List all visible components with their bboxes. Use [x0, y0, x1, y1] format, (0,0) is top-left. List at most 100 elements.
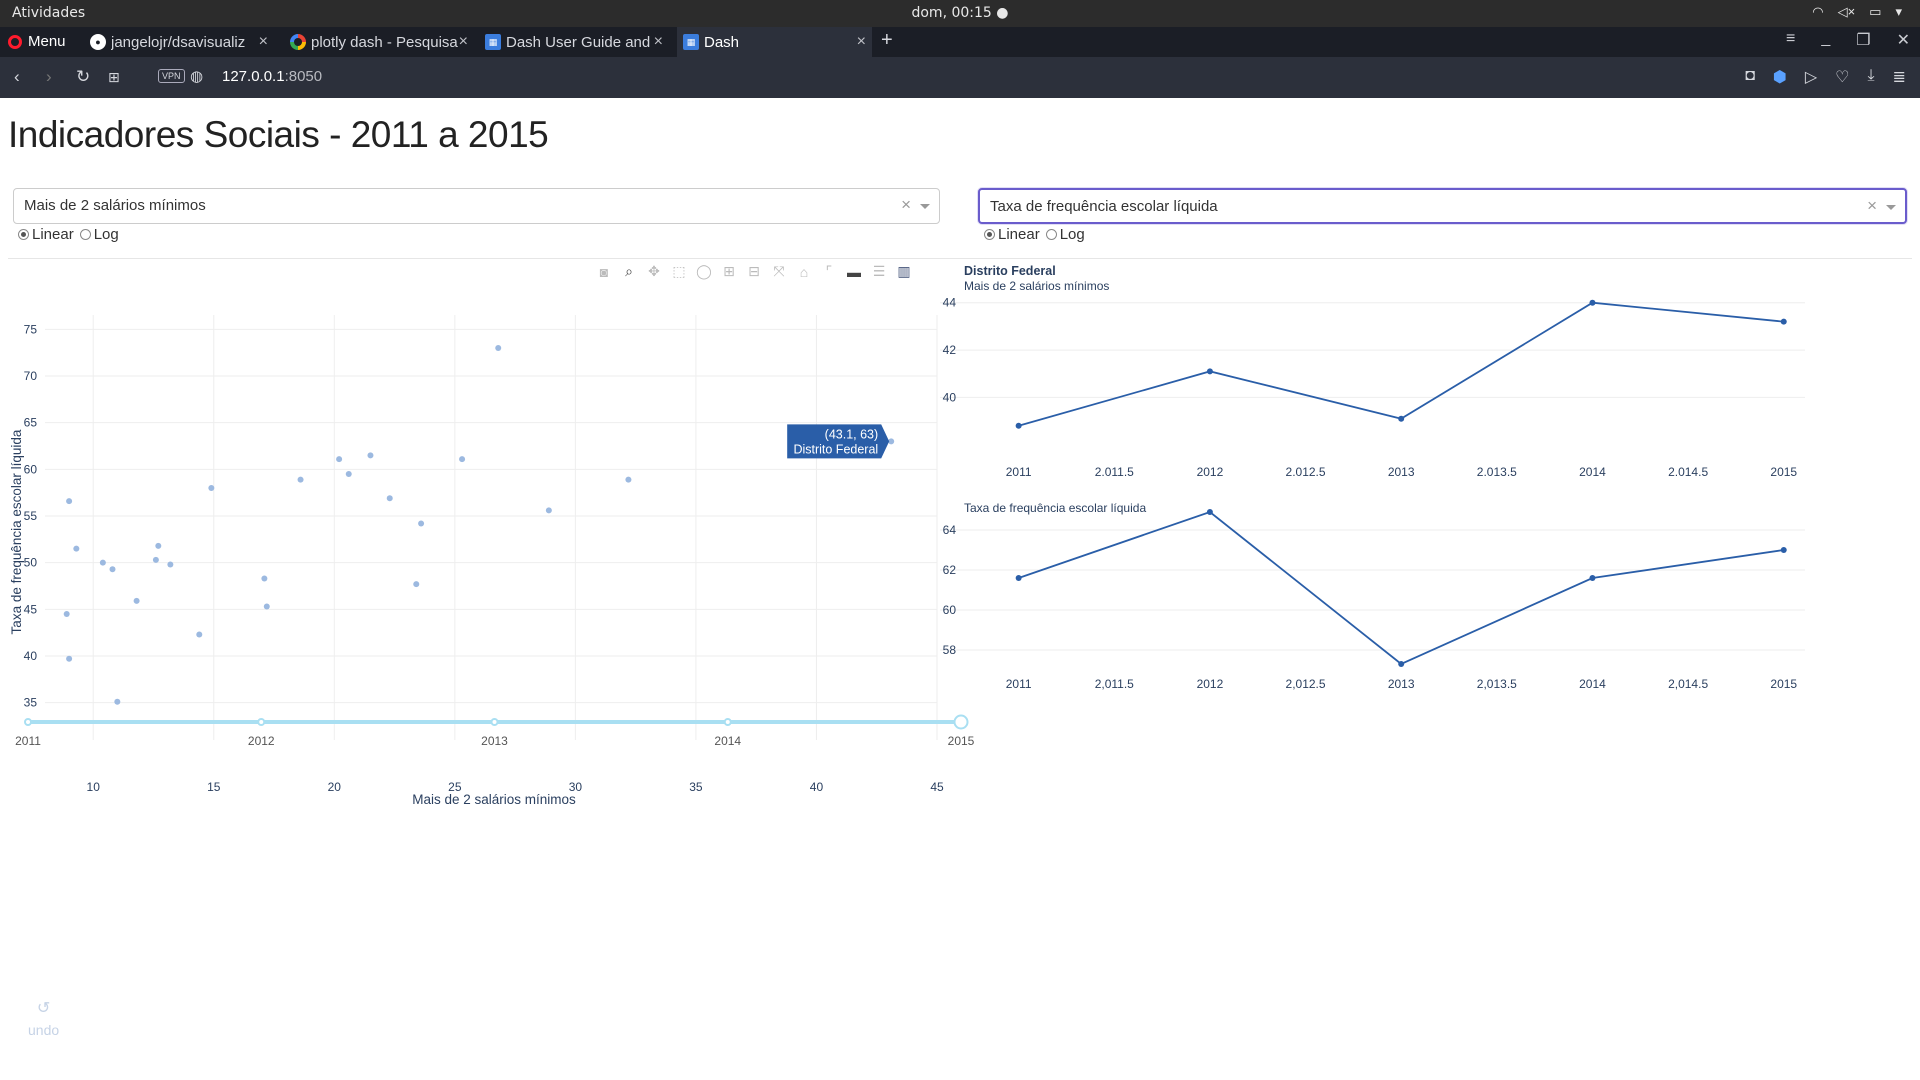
- close-icon[interactable]: ×: [459, 33, 468, 51]
- slider-mark-label[interactable]: 2013: [481, 734, 508, 748]
- hover-compare-icon[interactable]: ☰: [871, 263, 887, 280]
- scatter-point[interactable]: [367, 452, 374, 459]
- scatter-point[interactable]: [99, 559, 106, 566]
- series-point[interactable]: [1780, 318, 1787, 325]
- scatter-point[interactable]: [114, 698, 121, 705]
- wifi-icon[interactable]: ◠: [1812, 4, 1823, 20]
- series-line[interactable]: [1018, 301, 1784, 427]
- series-point[interactable]: [1015, 575, 1022, 581]
- plotly-logo-icon[interactable]: ▥: [896, 263, 912, 280]
- speed-dial-icon[interactable]: ⊞: [108, 69, 120, 86]
- series-point[interactable]: [1015, 422, 1022, 429]
- scatter-point[interactable]: [109, 566, 116, 573]
- series-point[interactable]: [1398, 661, 1405, 667]
- opera-menu-button[interactable]: Menu: [8, 33, 66, 50]
- series-line[interactable]: [1018, 510, 1784, 666]
- adblock-shield-icon[interactable]: ⬢: [1773, 67, 1787, 87]
- scatter-point[interactable]: [66, 498, 73, 505]
- y-scale-linear-option[interactable]: Linear: [984, 226, 1040, 243]
- tab-menu-icon[interactable]: ≡: [1786, 30, 1795, 50]
- zoom-out-icon[interactable]: ⊟: [746, 263, 762, 280]
- radio-checked[interactable]: [18, 229, 29, 240]
- series-point[interactable]: [1398, 415, 1405, 422]
- globe-icon[interactable]: ◍: [190, 67, 203, 85]
- download-icon[interactable]: ⤓: [1868, 67, 1875, 87]
- scatter-point[interactable]: [208, 485, 215, 491]
- y-indicator-dropdown[interactable]: Taxa de frequência escolar líquida ×: [978, 188, 1907, 224]
- radio-checked[interactable]: [984, 229, 995, 240]
- slider-mark-label[interactable]: 2015: [948, 734, 975, 748]
- reload-icon[interactable]: ↻: [76, 67, 90, 87]
- vpn-badge[interactable]: VPN: [158, 69, 185, 83]
- y-scale-log-option[interactable]: Log: [1045, 226, 1085, 243]
- scatter-point[interactable]: [196, 631, 203, 638]
- pan-icon[interactable]: ✥: [646, 263, 662, 280]
- box-select-icon[interactable]: ⬚: [671, 263, 687, 280]
- scatter-point[interactable]: [261, 575, 268, 582]
- close-icon[interactable]: ×: [654, 33, 663, 51]
- series-point[interactable]: [1206, 509, 1213, 515]
- slider-handle[interactable]: [953, 714, 969, 730]
- slider-mark-label[interactable]: 2012: [248, 734, 275, 748]
- scatter-point[interactable]: [625, 476, 632, 483]
- lasso-select-icon[interactable]: ◯: [696, 263, 712, 280]
- x-indicator-dropdown[interactable]: Mais de 2 salários mínimos ×: [13, 188, 940, 224]
- series-point[interactable]: [1206, 368, 1213, 375]
- year-slider[interactable]: 2011 2012 2013 2014 2015: [0, 713, 980, 763]
- clear-icon[interactable]: ×: [1867, 196, 1877, 216]
- spike-lines-icon[interactable]: ⌜: [821, 263, 837, 280]
- hover-closest-icon[interactable]: ▬: [846, 264, 862, 280]
- radio-unchecked[interactable]: [79, 229, 91, 240]
- timeseries-chart-x[interactable]: Distrito Federal Mais de 2 salários míni…: [940, 260, 1875, 476]
- tab-github[interactable]: ● jangelojr/dsavisualiz ×: [84, 27, 274, 57]
- x-scale-log-option[interactable]: Log: [79, 226, 119, 243]
- undo-button[interactable]: ↺ undo: [28, 998, 59, 1038]
- system-tray[interactable]: ◠ ◁× ▭ ▾: [1812, 4, 1902, 20]
- series-point[interactable]: [1589, 299, 1596, 306]
- tab-dash-user-guide[interactable]: ▦ Dash User Guide and ×: [479, 27, 669, 57]
- chevron-down-icon[interactable]: ▾: [1895, 4, 1902, 20]
- x-scale-linear-option[interactable]: Linear: [18, 226, 74, 243]
- scatter-point[interactable]: [386, 495, 393, 502]
- clear-icon[interactable]: ×: [901, 195, 911, 215]
- back-icon[interactable]: ‹: [14, 67, 20, 87]
- scatter-point[interactable]: [133, 597, 140, 604]
- zoom-icon[interactable]: ⌕: [621, 263, 637, 280]
- forward-icon[interactable]: ›: [46, 67, 52, 87]
- scatter-point[interactable]: [418, 520, 425, 527]
- slider-dot[interactable]: [490, 718, 499, 726]
- slider-dot[interactable]: [24, 718, 32, 726]
- heart-icon[interactable]: ♡: [1835, 67, 1849, 87]
- reset-axes-icon[interactable]: ⌂: [796, 264, 812, 280]
- new-tab-button[interactable]: +: [881, 29, 893, 52]
- scatter-point[interactable]: [459, 456, 466, 463]
- scatter-point[interactable]: [263, 603, 270, 610]
- close-icon[interactable]: ×: [259, 33, 268, 51]
- tab-google-search[interactable]: plotly dash - Pesquisa ×: [284, 27, 474, 57]
- easy-setup-icon[interactable]: ≣: [1893, 67, 1906, 87]
- scatter-point[interactable]: [297, 476, 304, 483]
- scatter-point[interactable]: [73, 545, 80, 552]
- tab-dash[interactable]: ▦ Dash ×: [677, 27, 872, 57]
- clock-label[interactable]: dom, 00:15 ●: [911, 5, 1008, 21]
- camera-icon[interactable]: ◙: [596, 264, 612, 280]
- close-window-icon[interactable]: ✕: [1897, 30, 1910, 50]
- series-point[interactable]: [1780, 547, 1787, 553]
- autoscale-icon[interactable]: ⤧: [771, 263, 787, 280]
- slider-dot[interactable]: [257, 718, 266, 726]
- restore-icon[interactable]: ❐: [1856, 30, 1870, 50]
- slider-mark-label[interactable]: 2014: [714, 734, 741, 748]
- battery-icon[interactable]: ▭: [1869, 4, 1881, 20]
- scatter-point[interactable]: [413, 581, 420, 588]
- scatter-point[interactable]: [152, 556, 159, 563]
- volume-muted-icon[interactable]: ◁×: [1838, 4, 1856, 20]
- zoom-in-icon[interactable]: ⊞: [721, 263, 737, 280]
- camera-icon[interactable]: ◘: [1745, 67, 1755, 87]
- scatter-point[interactable]: [495, 345, 502, 351]
- scatter-point[interactable]: [66, 655, 73, 662]
- scatter-point[interactable]: [63, 611, 70, 617]
- minimize-icon[interactable]: _: [1821, 30, 1830, 50]
- scatter-points[interactable]: [63, 345, 895, 705]
- scatter-point[interactable]: [345, 471, 352, 477]
- chevron-down-icon[interactable]: [1886, 205, 1896, 210]
